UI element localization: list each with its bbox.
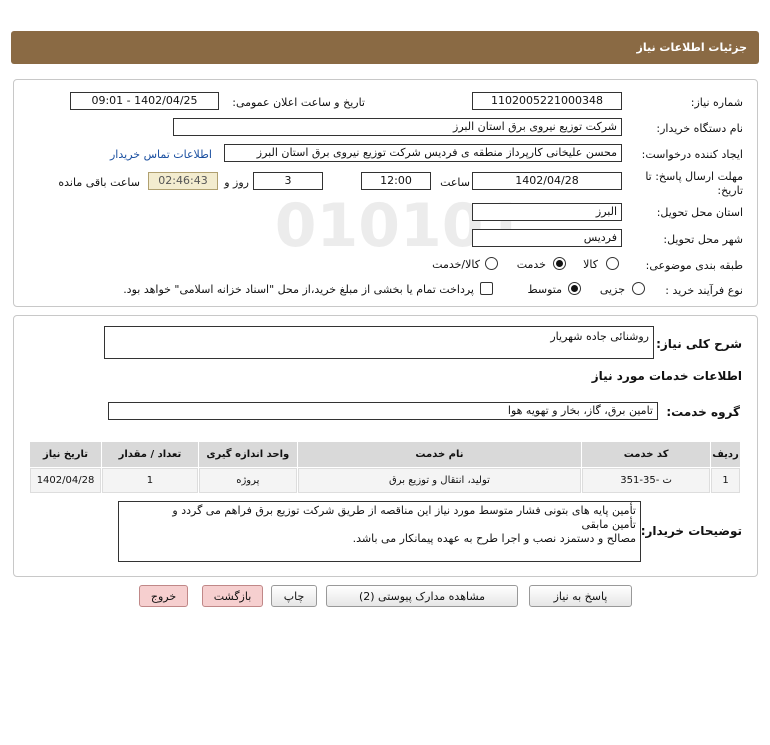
category-goods-radio[interactable]: [606, 257, 619, 270]
contact-buyer-link[interactable]: اطلاعات تماس خریدار: [110, 148, 212, 161]
buyer-notes-field: تأمین پایه های بتونی فشار متوسط مورد نیا…: [118, 501, 641, 562]
service-group-label: گروه خدمت:: [666, 405, 740, 419]
treasury-payment-text: پرداخت تمام یا بخشی از مبلغ خرید،از محل …: [123, 283, 474, 296]
need-info-panel: [13, 79, 758, 307]
deadline-label: مهلت ارسال پاسخ: تا: [645, 170, 743, 183]
page-header: جزئیات اطلاعات نیاز: [11, 31, 759, 64]
creator-field: محسن علیخانی کارپرداز منطقه ی فردیس شرکت…: [224, 144, 622, 162]
category-goods-service-radio[interactable]: [485, 257, 498, 270]
process-minor-radio[interactable]: [632, 282, 645, 295]
treasury-payment-checkbox[interactable]: [480, 282, 493, 295]
summary-label: شرح کلی نیاز:: [656, 337, 742, 351]
buyer-notes-line2: تأمین مابقی: [581, 518, 636, 531]
col-service-code: کد خدمت: [582, 442, 711, 467]
category-goods-label: کالا: [583, 258, 598, 271]
city-label: شهر محل تحویل:: [663, 233, 743, 246]
city-field: فردیس: [472, 229, 622, 247]
service-group-field: تامین برق، گاز، بخار و تهویه هوا: [108, 402, 658, 420]
category-goods-service-label: کالا/خدمت: [432, 258, 480, 271]
table-row: 1 ت -35-351 تولید، انتقال و توزیع برق پر…: [30, 468, 740, 493]
deadline-date-field: 1402/04/28: [472, 172, 622, 190]
category-service-label: خدمت: [516, 258, 546, 271]
print-button[interactable]: چاپ: [271, 585, 317, 607]
col-service-name: نام خدمت: [297, 442, 582, 467]
cell-service-name: تولید، انتقال و توزیع برق: [297, 468, 582, 493]
col-unit: واحد اندازه گیری: [198, 442, 297, 467]
buyer-notes-line3: مصالح و دستمزد نصب و اجرا طرح به عهده پی…: [352, 532, 636, 545]
days-label: روز و: [224, 176, 249, 189]
page-title: جزئیات اطلاعات نیاز: [636, 41, 748, 54]
process-medium-label: متوسط: [527, 283, 562, 296]
province-label: استان محل تحویل:: [656, 206, 743, 219]
cell-unit: پروژه: [198, 468, 297, 493]
remaining-label: ساعت باقی مانده: [58, 176, 140, 189]
col-row-number: ردیف: [711, 442, 740, 467]
time-label: ساعت: [440, 176, 470, 189]
reply-button[interactable]: پاسخ به نیاز: [529, 585, 632, 607]
attachments-button[interactable]: مشاهده مدارک پیوستی (2): [326, 585, 518, 607]
exit-button[interactable]: خروج: [139, 585, 188, 607]
col-need-date: تاریخ نیاز: [30, 442, 102, 467]
days-field: 3: [253, 172, 323, 190]
process-label: نوع فرآیند خرید :: [665, 284, 743, 297]
services-table-header: ردیف کد خدمت نام خدمت واحد اندازه گیری ت…: [30, 442, 740, 467]
buyer-notes-label: توضیحات خریدار:: [640, 524, 742, 538]
cell-service-code: ت -35-351: [582, 468, 711, 493]
summary-field: روشنائی جاده شهریار: [104, 326, 654, 359]
province-field: البرز: [472, 203, 622, 221]
cell-row-number: 1: [711, 468, 740, 493]
cell-need-date: 1402/04/28: [30, 468, 102, 493]
buyer-label: نام دستگاه خریدار:: [656, 122, 743, 135]
deadline-time-field: 12:00: [361, 172, 431, 190]
announce-field: 1402/04/25 - 09:01: [70, 92, 219, 110]
category-label: طبقه بندی موضوعی:: [645, 259, 743, 272]
category-service-radio[interactable]: [553, 257, 566, 270]
buyer-field: شرکت توزیع نیروی برق استان البرز: [173, 118, 622, 136]
deadline-label-date: تاریخ:: [717, 184, 743, 197]
cell-quantity: 1: [102, 468, 198, 493]
process-medium-radio[interactable]: [568, 282, 581, 295]
process-minor-label: جزیی: [599, 283, 625, 296]
announce-label: تاریخ و ساعت اعلان عمومی:: [232, 96, 365, 109]
services-table: ردیف کد خدمت نام خدمت واحد اندازه گیری ت…: [29, 441, 741, 494]
need-number-field: 1102005221000348: [472, 92, 622, 110]
services-heading: اطلاعات خدمات مورد نیاز: [591, 369, 742, 383]
creator-label: ایجاد کننده درخواست:: [641, 148, 743, 161]
need-number-label: شماره نیاز:: [690, 96, 743, 109]
col-quantity: تعداد / مقدار: [102, 442, 198, 467]
back-button[interactable]: بازگشت: [202, 585, 263, 607]
buyer-notes-line1: تأمین پایه های بتونی فشار متوسط مورد نیا…: [172, 504, 636, 517]
remaining-time-field: 02:46:43: [148, 172, 218, 190]
